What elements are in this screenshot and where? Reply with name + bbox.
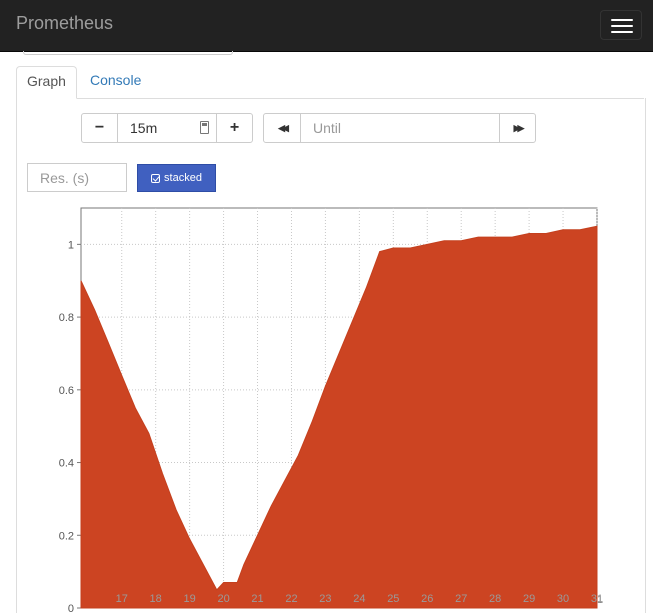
plus-icon: + [229, 119, 240, 136]
range-value: 15m [130, 120, 158, 136]
forward-icon: ▶▶ [513, 122, 525, 133]
hamburger-icon-bar [611, 31, 633, 33]
navbar: Prometheus [0, 0, 653, 52]
resolution-input[interactable]: Res. (s) [27, 163, 127, 192]
tab-bar: Graph Console [16, 66, 644, 99]
calculator-icon [200, 121, 209, 134]
forward-button[interactable]: ▶▶ [499, 113, 536, 143]
hamburger-icon [611, 19, 633, 21]
tab-console[interactable]: Console [80, 66, 151, 98]
hamburger-icon-bar [611, 25, 633, 27]
minus-icon: − [94, 119, 105, 136]
expression-input-edge[interactable] [23, 51, 233, 55]
back-button[interactable]: ◀◀ [263, 113, 301, 143]
menu-toggle-button[interactable] [600, 10, 642, 40]
range-input[interactable]: 15m [117, 113, 217, 143]
stacked-label: stacked [164, 172, 202, 184]
backward-icon: ◀◀ [278, 122, 289, 133]
increase-range-button[interactable]: + [216, 113, 253, 143]
brand-title[interactable]: Prometheus [16, 13, 113, 34]
stacked-toggle-button[interactable]: stacked [137, 164, 216, 192]
tab-graph[interactable]: Graph [16, 66, 77, 99]
until-input[interactable]: Until [300, 113, 500, 143]
decrease-range-button[interactable]: − [81, 113, 118, 143]
until-placeholder: Until [313, 120, 342, 136]
resolution-placeholder: Res. (s) [40, 169, 89, 186]
check-icon [151, 173, 161, 183]
